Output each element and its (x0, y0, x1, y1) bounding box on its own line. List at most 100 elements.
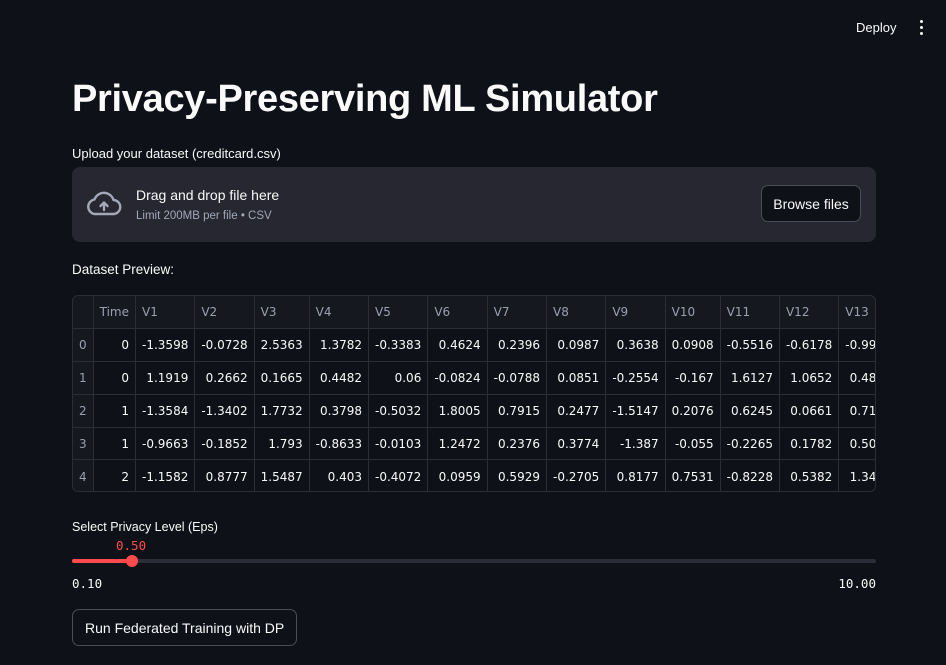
table-cell[interactable]: 0.5078 (838, 427, 875, 461)
table-cell[interactable]: -1.3598 (135, 328, 196, 363)
column-header[interactable]: V8 (546, 296, 607, 330)
table-cell[interactable]: 0.8177 (605, 459, 666, 491)
table-cell[interactable]: 1.1919 (135, 361, 196, 395)
table-cell[interactable]: -0.9663 (135, 427, 196, 461)
table-cell[interactable]: -0.2705 (546, 459, 607, 491)
table-cell[interactable]: -0.0824 (427, 361, 488, 395)
table-cell[interactable]: -0.8228 (720, 459, 780, 491)
slider-track[interactable] (72, 559, 876, 563)
row-index-cell[interactable]: 3 (73, 427, 94, 461)
table-cell[interactable]: 0.2376 (487, 427, 547, 461)
column-header[interactable]: V2 (194, 296, 255, 330)
table-cell[interactable]: -0.0103 (368, 427, 429, 461)
file-dropzone[interactable]: Drag and drop file here Limit 200MB per … (72, 167, 876, 242)
deploy-button[interactable]: Deploy (848, 17, 904, 38)
column-header[interactable]: V7 (487, 296, 547, 330)
table-cell[interactable]: -0.167 (665, 361, 721, 395)
column-header[interactable]: V11 (720, 296, 780, 330)
table-cell[interactable]: 0.0959 (427, 459, 488, 491)
column-header[interactable]: V12 (779, 296, 840, 330)
table-cell[interactable]: 2 (93, 459, 137, 491)
table-cell[interactable]: 1.6127 (720, 361, 780, 395)
table-cell[interactable]: 0.8777 (194, 459, 255, 491)
column-header[interactable] (73, 296, 94, 330)
table-cell[interactable]: -1.3402 (194, 394, 255, 428)
column-header[interactable]: V1 (135, 296, 196, 330)
table-cell[interactable]: -0.5516 (720, 328, 780, 363)
column-header[interactable]: Time (93, 296, 137, 330)
table-cell[interactable]: -0.055 (665, 427, 721, 461)
table-cell[interactable]: 1.793 (254, 427, 310, 461)
column-header[interactable]: V10 (665, 296, 721, 330)
column-header[interactable]: V3 (254, 296, 310, 330)
table-cell[interactable]: 1.2472 (427, 427, 488, 461)
table-cell[interactable]: 0.7915 (487, 394, 547, 428)
table-cell[interactable]: 1.0652 (779, 361, 840, 395)
table-cell[interactable]: 0.4482 (309, 361, 370, 395)
table-cell[interactable]: -0.0728 (194, 328, 255, 363)
table-cell[interactable]: 0.3774 (546, 427, 607, 461)
table-cell[interactable]: 0.1665 (254, 361, 310, 395)
table-cell[interactable]: 0.0661 (779, 394, 840, 428)
column-header[interactable]: V13 (838, 296, 875, 330)
table-cell[interactable]: -0.0788 (487, 361, 547, 395)
table-cell[interactable]: -0.4072 (368, 459, 429, 491)
column-header[interactable]: V6 (427, 296, 488, 330)
table-cell[interactable]: 0.4891 (838, 361, 875, 395)
table-cell[interactable]: -1.3584 (135, 394, 196, 428)
column-header[interactable]: V4 (309, 296, 370, 330)
table-cell[interactable]: 0.0908 (665, 328, 721, 363)
table-cell[interactable]: -1.387 (605, 427, 666, 461)
table-cell[interactable]: -1.1582 (135, 459, 196, 491)
table-cell[interactable]: 0.1782 (779, 427, 840, 461)
table-cell[interactable]: 0.3638 (605, 328, 666, 363)
table-cell[interactable]: 0.0987 (546, 328, 607, 363)
table-cell[interactable]: -0.5032 (368, 394, 429, 428)
slider-thumb[interactable] (126, 555, 138, 567)
table-cell[interactable]: -0.8633 (309, 427, 370, 461)
table-cell[interactable]: -0.1852 (194, 427, 255, 461)
table-cell[interactable]: 0.2662 (194, 361, 255, 395)
table-cell[interactable]: 1.3782 (309, 328, 370, 363)
table-cell[interactable]: 0.6245 (720, 394, 780, 428)
row-index-cell[interactable]: 4 (73, 459, 94, 491)
table-cell[interactable]: 1 (93, 427, 137, 461)
table-cell[interactable]: 0.0851 (546, 361, 607, 395)
row-index-cell[interactable]: 1 (73, 361, 94, 395)
dataset-preview-table[interactable]: Time V1 V2 V3 V4 V5 V6 V7 V8 V9 V10 V11 … (72, 295, 876, 492)
table-cell[interactable]: 1.5487 (254, 459, 310, 491)
column-header[interactable]: V9 (605, 296, 666, 330)
table-cell[interactable]: 0.2076 (665, 394, 721, 428)
table-cell[interactable]: 0.3798 (309, 394, 370, 428)
column-header[interactable]: V5 (368, 296, 429, 330)
cloud-upload-icon (87, 191, 122, 216)
table-cell[interactable]: 0 (93, 361, 137, 395)
table-cell[interactable]: 2.5363 (254, 328, 310, 363)
table-cell[interactable]: 1.7732 (254, 394, 310, 428)
table-cell[interactable]: 0.4624 (427, 328, 488, 363)
table-cell[interactable]: 1.8005 (427, 394, 488, 428)
table-cell[interactable]: -0.9914 (838, 328, 875, 363)
table-cell[interactable]: 0.2396 (487, 328, 547, 363)
table-cell[interactable]: 0.403 (309, 459, 370, 491)
table-cell[interactable]: 0.7173 (838, 394, 875, 428)
table-cell[interactable]: 0 (93, 328, 137, 363)
table-cell[interactable]: -0.2265 (720, 427, 780, 461)
table-cell[interactable]: 0.2477 (546, 394, 607, 428)
table-row: 2 1 -1.3584 -1.3402 1.7732 0.3798 -0.5032 1.800… (73, 394, 875, 428)
table-cell[interactable]: -0.3383 (368, 328, 429, 363)
browse-files-button[interactable]: Browse files (761, 185, 861, 222)
table-cell[interactable]: 0.5929 (487, 459, 547, 491)
table-cell[interactable]: 0.7531 (665, 459, 721, 491)
kebab-menu-icon[interactable] (913, 18, 929, 36)
table-cell[interactable]: 0.5382 (779, 459, 840, 491)
table-cell[interactable]: -1.5147 (605, 394, 666, 428)
table-cell[interactable]: 1 (93, 394, 137, 428)
row-index-cell[interactable]: 2 (73, 394, 94, 428)
table-cell[interactable]: -0.2554 (605, 361, 666, 395)
table-cell[interactable]: 0.06 (368, 361, 429, 395)
run-federated-training-button[interactable]: Run Federated Training with DP (72, 609, 298, 646)
table-cell[interactable]: 1.3459 (838, 459, 875, 491)
table-cell[interactable]: -0.6178 (779, 328, 840, 363)
row-index-cell[interactable]: 0 (73, 328, 94, 363)
